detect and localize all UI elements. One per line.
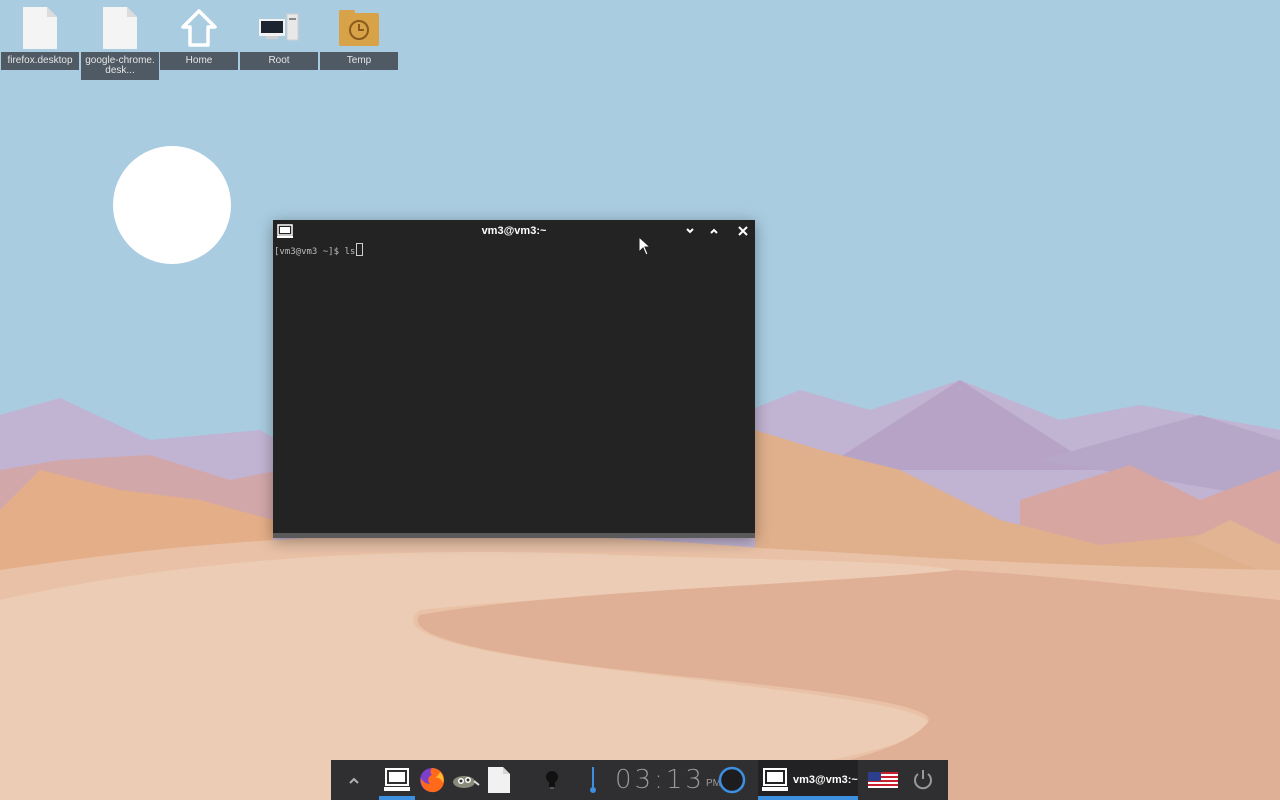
desktop-icon-label: firefox.desktop: [1, 52, 79, 70]
taskbar-clock[interactable]: 03:13 PM: [615, 760, 721, 800]
desktop-icon-home[interactable]: Home: [160, 4, 238, 70]
desktop-icon-root[interactable]: Root: [240, 4, 318, 70]
show-hidden-button[interactable]: [339, 760, 369, 800]
taskbar-window-label: vm3@vm3:~: [793, 774, 858, 786]
window-titlebar[interactable]: vm3@vm3:~: [273, 220, 755, 242]
file-icon: [81, 4, 159, 52]
terminal-icon: [384, 768, 410, 791]
minimize-button[interactable]: [682, 223, 698, 239]
power-button[interactable]: [908, 760, 938, 800]
chevron-up-icon: [349, 777, 359, 784]
shell-command: ls: [344, 247, 356, 257]
us-flag-icon: [868, 772, 898, 788]
shell-prompt: [vm3@vm3 ~]$: [274, 247, 345, 257]
firefox-icon: [420, 768, 445, 793]
desktop-icon-label: Root: [240, 52, 318, 70]
chevron-up-icon: [710, 228, 718, 234]
close-icon: [738, 226, 748, 236]
lightbulb-icon: [546, 771, 558, 789]
tray-thermometer[interactable]: [581, 760, 605, 800]
maximize-button[interactable]: [706, 223, 722, 239]
desktop-icon-temp[interactable]: Temp: [320, 4, 398, 70]
thermometer-icon: [590, 767, 596, 793]
desktop-icon-firefox[interactable]: firefox.desktop: [1, 4, 79, 70]
launcher-file-manager[interactable]: [448, 760, 482, 800]
launcher-terminal[interactable]: [379, 760, 415, 800]
taskbar-window-terminal[interactable]: vm3@vm3:~: [758, 760, 858, 800]
home-icon: [160, 4, 238, 52]
desktop-icon-label: Home: [160, 52, 238, 70]
clock-time: 03:13: [615, 765, 705, 795]
launcher-text-editor[interactable]: [484, 760, 514, 800]
text-cursor: [356, 243, 364, 256]
desktop-icon-label: Temp: [320, 52, 398, 70]
chevron-down-icon: [686, 228, 694, 234]
active-indicator: [758, 796, 858, 800]
sun: [113, 146, 231, 264]
power-icon: [914, 770, 932, 790]
close-button[interactable]: [735, 223, 751, 239]
file-icon: [1, 4, 79, 52]
terminal-window[interactable]: vm3@vm3:~ [vm3@vm3 ~]$ ls: [273, 220, 755, 538]
launcher-firefox[interactable]: [416, 760, 448, 800]
circle-status-icon: [718, 766, 746, 794]
mouse-pointer-icon: [638, 236, 652, 256]
text-editor-icon: [488, 767, 510, 793]
terminal-icon: [762, 768, 788, 791]
window-bottom-edge: [273, 533, 755, 538]
desktop-icon-label: google-chrome.desk...: [81, 52, 159, 80]
tray-lightbulb[interactable]: [539, 760, 565, 800]
keyboard-layout[interactable]: [866, 760, 900, 800]
terminal-output[interactable]: [vm3@vm3 ~]$ ls: [274, 243, 755, 532]
tray-status[interactable]: [717, 760, 747, 800]
file-manager-icon: [453, 776, 480, 788]
active-indicator: [379, 796, 415, 800]
desktop-icon-google-chrome[interactable]: google-chrome.desk...: [81, 4, 159, 80]
taskbar: 03:13 PM vm3@vm3:~: [331, 760, 948, 800]
computer-icon: [240, 4, 318, 52]
folder-clock-icon: [320, 4, 398, 52]
